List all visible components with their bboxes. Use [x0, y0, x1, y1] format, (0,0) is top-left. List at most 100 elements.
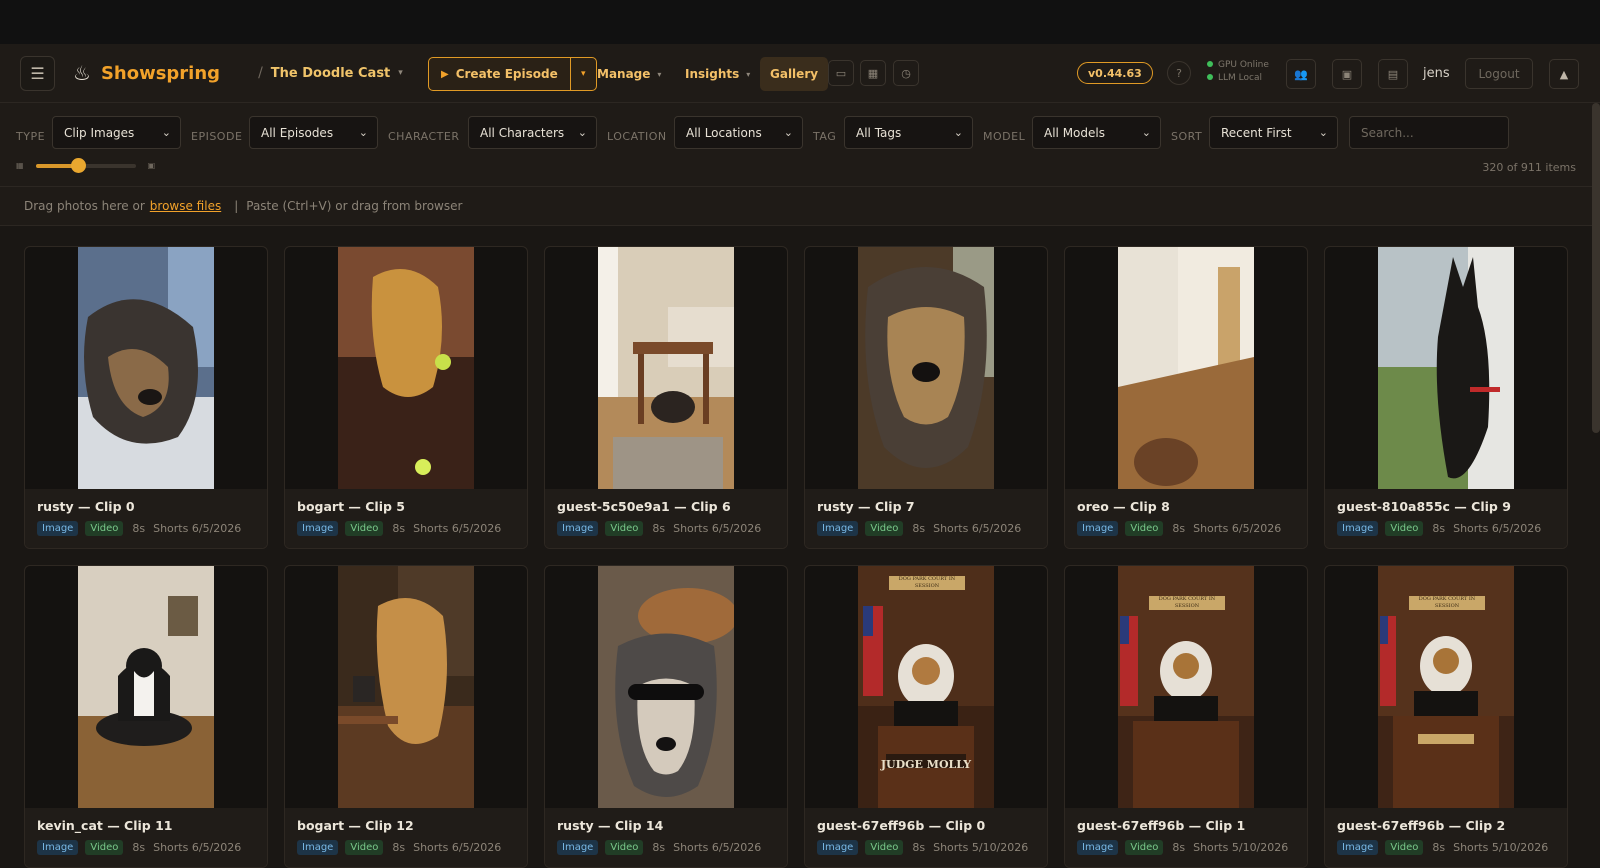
chevron-down-icon[interactable]: ▾ — [398, 68, 403, 78]
nav-insights[interactable]: Insights ▾ — [685, 57, 750, 91]
date: 6/5/2026 — [191, 841, 242, 854]
page-scrollbar[interactable] — [1592, 103, 1600, 433]
dropzone-separator: | — [234, 199, 239, 213]
thumb-judge-label: JUDGE MOLLY — [880, 758, 972, 771]
format: Shorts — [413, 522, 449, 535]
clip-thumbnail[interactable] — [1378, 247, 1514, 489]
card-info: guest-5c50e9a1 — Clip 6 Image Video 8s Shor… — [545, 489, 787, 548]
thumb-size-slider[interactable]: ▦ ▣ — [16, 157, 155, 173]
search-placeholder: Search... — [1361, 125, 1414, 140]
create-episode-dropdown[interactable]: ▾ — [571, 58, 596, 90]
duration: 8s — [1172, 841, 1186, 854]
date: 6/5/2026 — [1491, 522, 1542, 535]
video-badge: Video — [1385, 840, 1424, 855]
app-header: ☰ ♨ Showspring / The Doodle Cast ▾ ▶ Cre… — [0, 44, 1600, 103]
sort-filter-label: SORT — [1171, 130, 1203, 143]
chevron-down-icon: ⌄ — [161, 126, 171, 139]
clip-thumbnail[interactable] — [1118, 247, 1254, 489]
browse-files-link[interactable]: browse files — [150, 199, 221, 213]
sort-select-value: Recent First — [1221, 125, 1292, 140]
character-select[interactable]: All Characters ⌄ — [468, 116, 597, 149]
gallery-card[interactable]: rusty — Clip 14 Image Video 8s Shorts 6/5/2… — [544, 565, 788, 868]
date: 6/5/2026 — [451, 841, 502, 854]
card-info: bogart — Clip 5 Image Video 8s Shorts 6/5/2… — [285, 489, 527, 548]
duration: 8s — [392, 522, 406, 535]
logout-button[interactable]: Logout — [1465, 58, 1533, 89]
gallery-card[interactable]: oreo — Clip 8 Image Video 8s Shorts 6/5/202… — [1064, 246, 1308, 549]
gallery-card[interactable]: DOG PARK COURT IN SESSION JUDGE MOLLY gu… — [804, 565, 1048, 868]
search-input[interactable]: Search... — [1349, 116, 1509, 149]
item-count: 320 of 911 items — [1482, 161, 1576, 174]
type-badge: Image — [37, 521, 79, 536]
tag-select[interactable]: All Tags ⌄ — [844, 116, 973, 149]
format: Shorts — [1193, 841, 1229, 854]
video-view-button[interactable]: ▭ — [828, 60, 854, 86]
chevron-down-icon: ▾ — [580, 69, 586, 79]
sort-select[interactable]: Recent First ⌄ — [1209, 116, 1338, 149]
clip-thumbnail[interactable] — [78, 247, 214, 489]
date: 6/5/2026 — [971, 522, 1022, 535]
gallery-card[interactable]: bogart — Clip 12 Image Video 8s Shorts 6/5/… — [284, 565, 528, 868]
duration: 8s — [652, 522, 666, 535]
hamburger-icon: ☰ — [30, 63, 45, 83]
clip-thumbnail[interactable] — [338, 566, 474, 808]
date: 6/5/2026 — [711, 841, 762, 854]
chevron-down-icon: ⌄ — [358, 126, 368, 139]
upload-dropzone[interactable]: Drag photos here or browse files | Paste… — [0, 187, 1600, 226]
brand[interactable]: ♨ Showspring — [73, 61, 220, 85]
collapse-button[interactable]: ▲ — [1549, 59, 1579, 89]
date: 5/10/2026 — [971, 841, 1029, 854]
gallery-card[interactable]: guest-5c50e9a1 — Clip 6 Image Video 8s Shor… — [544, 246, 788, 549]
gallery-card[interactable]: bogart — Clip 5 Image Video 8s Shorts 6/5/2… — [284, 246, 528, 549]
clock-view-button[interactable]: ◷ — [893, 60, 919, 86]
format: Shorts — [933, 522, 969, 535]
clip-thumbnail[interactable] — [858, 247, 994, 489]
location-select[interactable]: All Locations ⌄ — [674, 116, 803, 149]
video-badge: Video — [1385, 521, 1424, 536]
card-title: bogart — Clip 12 — [297, 818, 414, 833]
create-episode-label: Create Episode — [455, 67, 558, 81]
breadcrumb-show[interactable]: The Doodle Cast — [271, 66, 391, 81]
gallery-card[interactable]: DOG PARK COURT IN SESSION guest-67eff96b… — [1324, 565, 1568, 868]
gallery-card[interactable]: guest-810a855c — Clip 9 Image Video 8s Shor… — [1324, 246, 1568, 549]
chevron-down-icon: ⌄ — [953, 126, 963, 139]
type-select[interactable]: Clip Images ⌄ — [52, 116, 181, 149]
clip-thumbnail[interactable] — [78, 566, 214, 808]
date: 5/10/2026 — [1231, 841, 1289, 854]
clip-thumbnail[interactable] — [338, 247, 474, 489]
slider-track[interactable] — [35, 157, 136, 173]
model-select[interactable]: All Models ⌄ — [1032, 116, 1161, 149]
type-select-value: Clip Images — [64, 125, 135, 140]
gallery-card[interactable]: kevin_cat — Clip 11 Image Video 8s Shorts 6… — [24, 565, 268, 868]
brand-logo-icon: ♨ — [73, 61, 91, 85]
clip-thumbnail[interactable] — [598, 247, 734, 489]
gallery-card[interactable]: rusty — Clip 7 Image Video 8s Shorts 6/5/20… — [804, 246, 1048, 549]
episode-select[interactable]: All Episodes ⌄ — [249, 116, 378, 149]
users-button[interactable]: 👥 — [1286, 59, 1316, 89]
clip-thumbnail[interactable] — [598, 566, 734, 808]
nav-gallery[interactable]: Gallery — [760, 57, 829, 91]
help-button[interactable]: ? — [1167, 61, 1191, 85]
chat-button[interactable]: ▤ — [1378, 59, 1408, 89]
clip-thumbnail[interactable] — [858, 566, 994, 808]
nav-manage-label: Manage — [597, 67, 651, 81]
duration: 8s — [132, 841, 146, 854]
type-badge: Image — [817, 521, 859, 536]
video-badge: Video — [85, 521, 124, 536]
clock-icon: ◷ — [901, 66, 911, 80]
feedback-button[interactable]: ▣ — [1332, 59, 1362, 89]
format: Shorts — [933, 841, 969, 854]
tag-select-value: All Tags — [856, 125, 902, 140]
calendar-view-button[interactable]: ▦ — [860, 60, 886, 86]
gallery-card[interactable]: DOG PARK COURT IN SESSION guest-67eff96b… — [1064, 565, 1308, 868]
slider-handle[interactable] — [70, 157, 86, 173]
card-info: rusty — Clip 14 Image Video 8s Shorts 6/5/2… — [545, 808, 787, 867]
gallery-card[interactable]: rusty — Clip 0 Image Video 8s Shorts 6/5/20… — [24, 246, 268, 549]
create-episode-button[interactable]: ▶ Create Episode — [429, 58, 571, 90]
nav-manage[interactable]: Manage ▾ — [597, 57, 661, 91]
duration: 8s — [1172, 522, 1186, 535]
browser-top-strip — [0, 0, 1600, 44]
card-info: guest-810a855c — Clip 9 Image Video 8s Shor… — [1325, 489, 1567, 548]
model-select-value: All Models — [1044, 125, 1105, 140]
menu-button[interactable]: ☰ — [20, 55, 55, 91]
